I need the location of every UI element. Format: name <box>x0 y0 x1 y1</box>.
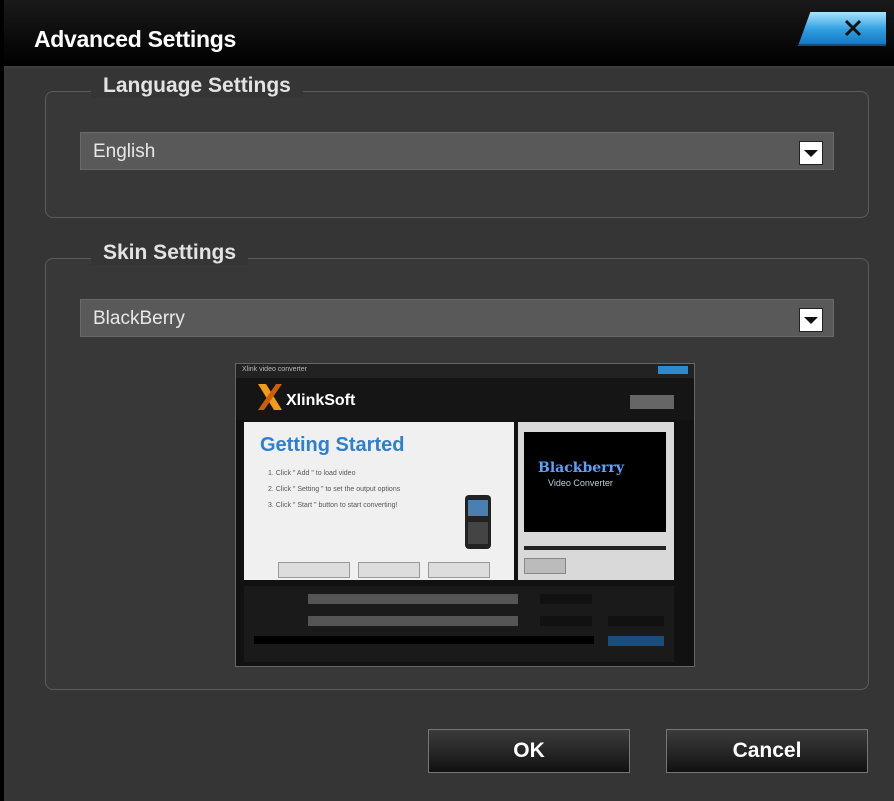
language-settings-legend: Language Settings <box>91 74 303 98</box>
skin-select[interactable]: BlackBerry <box>80 299 834 337</box>
preview-phone-icon <box>465 495 491 549</box>
preview-action-buttons <box>278 562 514 578</box>
ok-button[interactable]: OK <box>428 729 630 773</box>
language-select-value: English <box>93 141 156 162</box>
preview-player-panel: Blackberry Video Converter <box>518 422 674 580</box>
preview-step: 1. Click " Add " to load video <box>268 470 356 477</box>
preview-step: 3. Click " Start " button to start conve… <box>268 502 398 509</box>
skin-preview-image: Xlink video converter XlinkSoft Getting … <box>235 363 695 667</box>
language-select[interactable]: English <box>80 132 834 170</box>
preview-close-icon <box>658 366 688 374</box>
preview-window-caption: Xlink video converter <box>236 364 694 378</box>
preview-output-options <box>244 586 674 662</box>
preview-brand: XlinkSoft <box>286 392 356 409</box>
dropdown-arrow-icon <box>799 141 823 165</box>
skin-settings-legend: Skin Settings <box>91 241 249 265</box>
title-bar: Advanced Settings <box>4 0 894 68</box>
preview-toolbar-icons <box>630 395 674 409</box>
dialog-title: Advanced Settings <box>34 26 236 52</box>
cancel-button[interactable]: Cancel <box>666 729 868 773</box>
dropdown-arrow-icon <box>799 308 823 332</box>
preview-heading: Getting Started <box>260 434 405 456</box>
close-icon <box>844 19 862 37</box>
preview-step: 2. Click " Setting " to set the output o… <box>268 486 401 493</box>
preview-getting-started-panel: Getting Started 1. Click " Add " to load… <box>244 422 514 580</box>
close-button[interactable] <box>798 12 886 46</box>
skin-select-value: BlackBerry <box>93 308 185 329</box>
advanced-settings-dialog: Advanced Settings Language Settings Engl… <box>4 0 894 801</box>
preview-screen: Blackberry Video Converter <box>524 432 666 532</box>
xlinksoft-logo-icon <box>258 384 282 410</box>
